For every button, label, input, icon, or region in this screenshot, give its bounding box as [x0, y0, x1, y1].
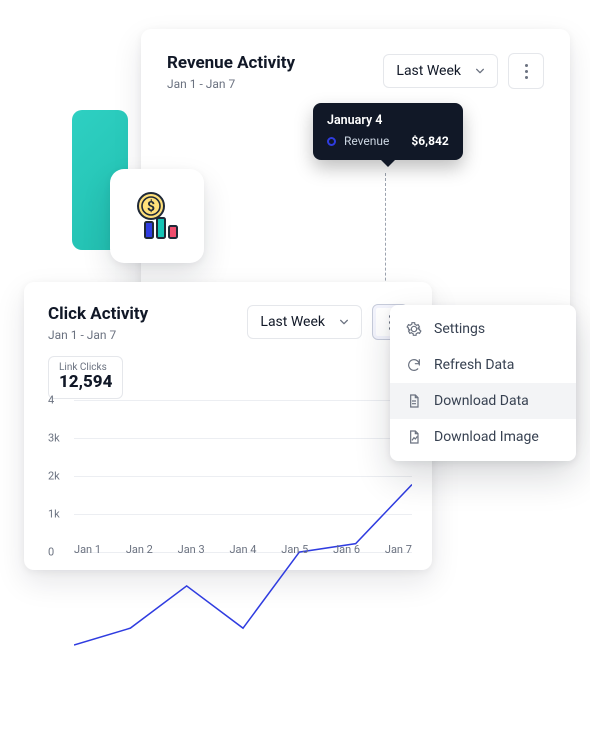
- ytick-4: 4: [48, 394, 54, 407]
- kebab-icon: [525, 64, 528, 79]
- xtick-jan2: Jan 2: [126, 543, 153, 556]
- chevron-down-icon: [475, 66, 485, 76]
- ytick-1k: 1k: [48, 508, 60, 521]
- tooltip-date: January 4: [327, 113, 449, 128]
- revenue-range-dropdown[interactable]: Last Week: [383, 54, 498, 88]
- menu-item-download-image[interactable]: Download Image: [390, 419, 576, 455]
- card-options-menu: Settings Refresh Data Download Data Down…: [390, 305, 576, 461]
- ytick-0: 0: [48, 546, 54, 559]
- xtick-jan1: Jan 1: [74, 543, 101, 556]
- chevron-down-icon: [339, 317, 349, 327]
- menu-item-download-data[interactable]: Download Data: [390, 383, 576, 419]
- tooltip-value: $6,842: [411, 134, 448, 148]
- click-range-dropdown-label: Last Week: [260, 314, 325, 330]
- revenue-title: Revenue Activity: [167, 53, 295, 73]
- gear-icon: [406, 321, 422, 337]
- menu-item-settings-label: Settings: [434, 321, 485, 337]
- revenue-tooltip: January 4 Revenue $6,842: [313, 103, 463, 160]
- revenue-date-range: Jan 1 - Jan 7: [167, 77, 295, 91]
- menu-item-download-image-label: Download Image: [434, 429, 539, 445]
- menu-item-refresh-label: Refresh Data: [434, 357, 514, 373]
- svg-text:$: $: [147, 198, 155, 215]
- click-line-chart: 4 3k 2k 1k 0 Jan 1 Jan 2 Jan 3 Jan 4 Jan…: [48, 400, 412, 552]
- xtick-jan7: Jan 7: [385, 543, 412, 556]
- tooltip-series-marker: [327, 137, 336, 146]
- link-clicks-badge-value: 12,594: [59, 373, 112, 392]
- click-line-path: [74, 400, 412, 738]
- dollar-bar-chart-icon: $: [129, 188, 185, 244]
- xtick-jan6: Jan 6: [333, 543, 360, 556]
- menu-item-refresh[interactable]: Refresh Data: [390, 347, 576, 383]
- click-header: Click Activity Jan 1 - Jan 7: [48, 304, 148, 342]
- xtick-jan5: Jan 5: [281, 543, 308, 556]
- revenue-header: Revenue Activity Jan 1 - Jan 7: [167, 53, 295, 91]
- revenue-more-button[interactable]: [508, 53, 544, 89]
- xtick-jan4: Jan 4: [229, 543, 256, 556]
- revenue-range-dropdown-label: Last Week: [396, 63, 461, 79]
- click-range-dropdown[interactable]: Last Week: [247, 305, 362, 339]
- ytick-3k: 3k: [48, 432, 60, 445]
- refresh-icon: [406, 357, 422, 373]
- xtick-jan3: Jan 3: [178, 543, 205, 556]
- ytick-2k: 2k: [48, 470, 60, 483]
- stat-icon-card: $: [110, 169, 204, 263]
- click-date-range: Jan 1 - Jan 7: [48, 328, 148, 342]
- tooltip-series-label: Revenue: [344, 134, 389, 148]
- link-clicks-badge: Link Clicks 12,594: [48, 356, 123, 399]
- menu-item-download-data-label: Download Data: [434, 393, 529, 409]
- file-data-icon: [406, 393, 422, 409]
- click-title: Click Activity: [48, 304, 148, 324]
- click-activity-card: Click Activity Jan 1 - Jan 7 Last Week L…: [24, 282, 432, 570]
- file-image-icon: [406, 429, 422, 445]
- menu-item-settings[interactable]: Settings: [390, 311, 576, 347]
